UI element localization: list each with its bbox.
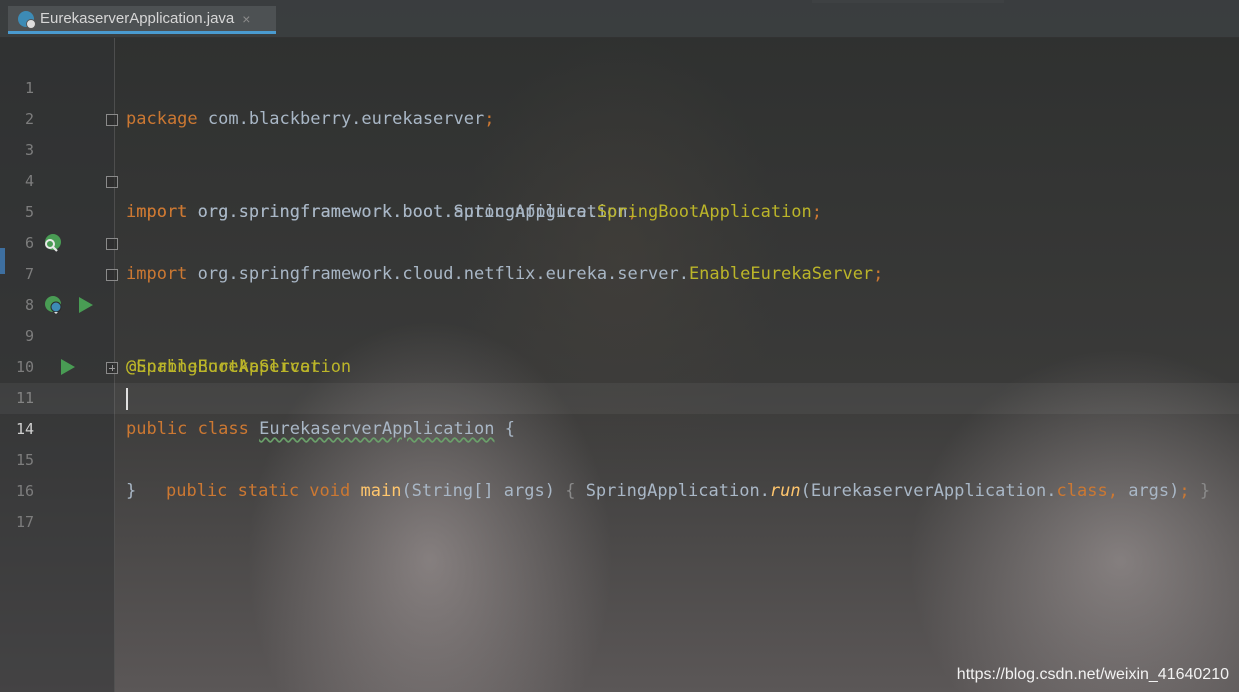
watermark: https://blog.csdn.net/weixin_41640210 — [956, 666, 1229, 683]
code-line[interactable]: 4 import org.springframework.boot.autoco… — [0, 135, 1239, 222]
code-line[interactable]: 10 — [0, 321, 1239, 376]
fold-end-icon[interactable] — [106, 176, 118, 188]
code-line[interactable]: 1 package com.blackberry.eurekaserver; — [0, 42, 1239, 129]
fold-start-icon[interactable] — [106, 114, 118, 126]
code-line[interactable]: 2 — [0, 73, 1239, 128]
tab-label: EurekaserverApplication.java — [40, 10, 235, 27]
code-line[interactable]: 11 public static void main(String[] args… — [0, 352, 1239, 501]
line-number: 17 — [15, 513, 34, 531]
current-code-line[interactable]: 14 — [0, 383, 1239, 438]
code-line[interactable]: 15 } — [0, 414, 1239, 501]
editor-tab-bar: EurekaserverApplication.java × — [0, 0, 1239, 38]
code-line[interactable]: 5 import org.springframework.cloud.netfl… — [0, 166, 1239, 284]
code-line[interactable]: 16 — [0, 445, 1239, 500]
fold-end-icon[interactable] — [106, 269, 118, 281]
code-line[interactable]: 3 import org.springframework.boot.Spring… — [0, 104, 1239, 222]
spring-class-icon — [18, 10, 36, 29]
code-editor[interactable]: 1 package com.blackberry.eurekaserver; 2… — [0, 38, 1239, 692]
text-caret — [126, 388, 128, 410]
spring-bean-search-icon[interactable] — [42, 233, 62, 253]
code-line[interactable]: 8 @EnableEurekaServer — [0, 259, 1239, 377]
close-icon[interactable]: × — [242, 11, 250, 27]
run-triangle-icon[interactable] — [76, 295, 96, 315]
code-line[interactable]: 9 public class EurekaserverApplication { — [0, 290, 1239, 439]
run-triangle-icon[interactable] — [58, 357, 78, 377]
tab-eurekaserver-application[interactable]: EurekaserverApplication.java × — [8, 6, 276, 34]
code-line[interactable]: 6 — [0, 197, 1239, 252]
fold-expand-icon[interactable] — [106, 362, 118, 374]
code-line[interactable]: 17 — [0, 476, 1239, 531]
code-line[interactable]: 7 @SpringBootApplication — [0, 228, 1239, 377]
spring-bean-run-icon[interactable] — [44, 295, 64, 315]
fold-start-icon[interactable] — [106, 238, 118, 250]
